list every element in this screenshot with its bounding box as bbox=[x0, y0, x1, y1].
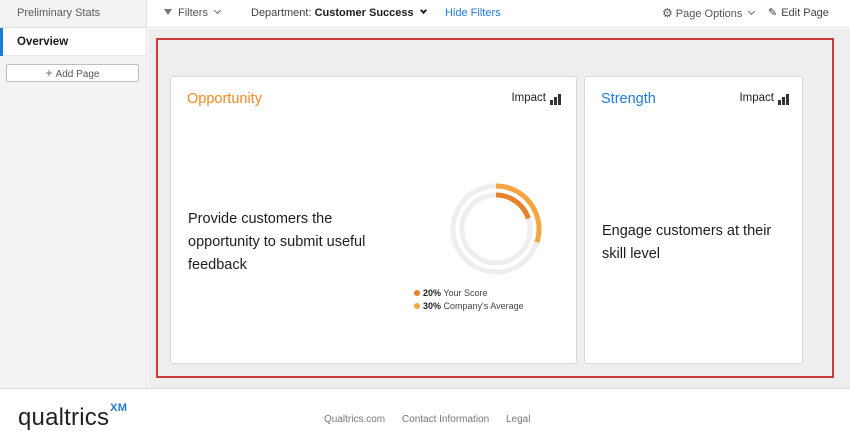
department-label: Department: bbox=[251, 7, 312, 19]
impact-indicator: Impact bbox=[511, 92, 562, 105]
footer: qualtricsXM Qualtrics.com Contact Inform… bbox=[0, 388, 850, 431]
add-page-label: Add Page bbox=[55, 69, 100, 80]
legend-company-average: 30% Company's Average bbox=[414, 300, 524, 313]
sidebar-title: Preliminary Stats bbox=[0, 0, 146, 28]
page-options-menu[interactable]: ⚙ Page Options bbox=[662, 0, 756, 28]
department-filter[interactable]: Department: Customer Success bbox=[251, 0, 427, 28]
company-average-label: Company's Average bbox=[443, 301, 524, 311]
sidebar-item-overview[interactable]: Overview bbox=[0, 28, 146, 56]
footer-link-contact[interactable]: Contact Information bbox=[402, 414, 489, 425]
filters-label: Filters bbox=[178, 7, 208, 19]
score-ring-chart bbox=[450, 183, 542, 275]
chevron-down-icon bbox=[748, 7, 756, 16]
add-page-button[interactable]: + Add Page bbox=[6, 64, 139, 82]
plus-icon: + bbox=[45, 66, 53, 80]
company-average-value: 30% bbox=[423, 301, 442, 311]
filter-icon bbox=[164, 9, 172, 16]
bar-chart-icon bbox=[778, 93, 790, 105]
filter-toolbar: Filters Department: Customer Success Hid… bbox=[148, 0, 850, 28]
impact-label: Impact bbox=[739, 92, 774, 104]
card-description: Engage customers at their skill level bbox=[602, 223, 772, 262]
impact-label: Impact bbox=[511, 92, 546, 104]
legend-dot bbox=[414, 303, 420, 309]
footer-link-legal[interactable]: Legal bbox=[506, 414, 530, 425]
filters-dropdown[interactable]: Filters bbox=[164, 0, 221, 28]
strength-card[interactable]: Strength Impact Engage customers at thei… bbox=[584, 76, 803, 364]
bar-chart-icon bbox=[550, 93, 562, 105]
impact-indicator: Impact bbox=[739, 92, 790, 105]
opportunity-card[interactable]: Opportunity Impact Provide customers the… bbox=[170, 76, 577, 364]
footer-links: Qualtrics.com Contact Information Legal bbox=[324, 414, 544, 425]
card-title: Strength bbox=[601, 91, 656, 107]
edit-page-button[interactable]: ✎ Edit Page bbox=[768, 0, 829, 28]
pencil-icon: ✎ bbox=[768, 7, 778, 19]
hide-filters-link[interactable]: Hide Filters bbox=[445, 0, 501, 28]
chevron-down-icon bbox=[419, 6, 427, 15]
chevron-down-icon bbox=[213, 6, 221, 15]
card-title: Opportunity bbox=[187, 91, 262, 107]
gear-icon: ⚙ bbox=[662, 6, 673, 20]
footer-link-qualtrics[interactable]: Qualtrics.com bbox=[324, 414, 385, 425]
sidebar: Preliminary Stats Overview + Add Page bbox=[0, 0, 147, 388]
department-value: Customer Success bbox=[314, 7, 414, 19]
page-options-label: Page Options bbox=[675, 8, 743, 20]
score-legend: 20% Your Score 30% Company's Average bbox=[414, 287, 524, 313]
legend-dot bbox=[414, 290, 420, 296]
your-score-label: Your Score bbox=[443, 288, 488, 298]
legend-your-score: 20% Your Score bbox=[414, 287, 524, 300]
your-score-value: 20% bbox=[423, 288, 442, 298]
card-description: Provide customers the opportunity to sub… bbox=[188, 211, 366, 273]
edit-page-label: Edit Page bbox=[781, 7, 829, 19]
qualtrics-logo[interactable]: qualtricsXM bbox=[18, 402, 127, 432]
